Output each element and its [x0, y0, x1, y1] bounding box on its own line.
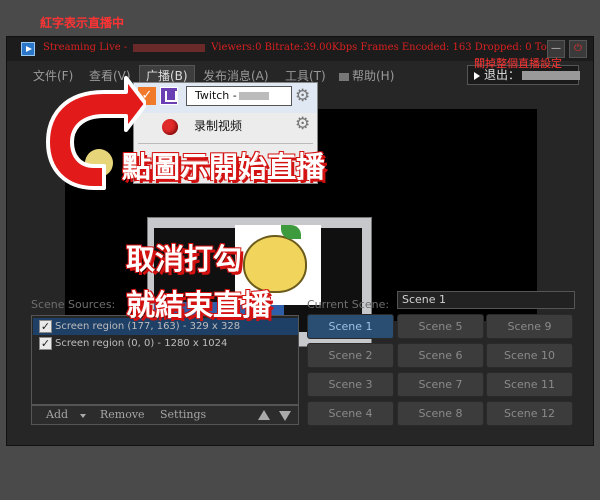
scene-12-button[interactable]: Scene 12 [486, 401, 573, 426]
scene-9-button[interactable]: Scene 9 [486, 314, 573, 339]
menu-help-label: 帮助(H) [352, 69, 395, 83]
current-scene-field[interactable]: Scene 1 [397, 291, 575, 309]
mascot-leaf [281, 225, 301, 239]
scene-3-button[interactable]: Scene 3 [307, 372, 394, 397]
scene-2-button[interactable]: Scene 2 [307, 343, 394, 368]
scene-8-button[interactable]: Scene 8 [397, 401, 484, 426]
power-icon[interactable]: ⏻ [569, 40, 587, 58]
scene-7-button[interactable]: Scene 7 [397, 372, 484, 397]
scene-4-button[interactable]: Scene 4 [307, 401, 394, 426]
play-icon [474, 71, 480, 80]
help-icon [339, 72, 349, 81]
scene-sources-label: Scene Sources: [31, 298, 116, 311]
source-checkbox[interactable]: ✓ [39, 337, 52, 350]
add-dropdown-caret-icon[interactable] [80, 414, 86, 418]
gear-icon[interactable]: ⚙ [295, 88, 311, 105]
record-video-item[interactable]: 录制视频 ⚙ [134, 111, 317, 141]
sources-toolbar: Add Remove Settings [31, 405, 299, 425]
move-up-icon[interactable] [258, 410, 270, 420]
live-indicator-note: 紅字表示直播中 [40, 16, 125, 30]
scene-10-button[interactable]: Scene 10 [486, 343, 573, 368]
uncheck-note-line1: 取消打勾 [126, 242, 243, 276]
redacted-channel-name [133, 43, 206, 52]
remove-source-button[interactable]: Remove [100, 408, 145, 421]
stream-stats: Viewers:0 Bitrate:39.00Kbps Frames Encod… [211, 42, 560, 53]
scene-sources-list: ✓ Screen region (177, 163) - 329 x 328 ✓… [31, 315, 299, 405]
record-icon [162, 119, 178, 135]
scene-6-button[interactable]: Scene 6 [397, 343, 484, 368]
twitch-icon [160, 87, 178, 105]
gear-icon[interactable]: ⚙ [295, 116, 311, 133]
scene-1-button[interactable]: Scene 1 [307, 314, 394, 339]
window-title: Streaming Live - Viewers:0 Bitrate:39.00K… [43, 42, 560, 53]
move-down-icon[interactable] [279, 411, 291, 421]
twitch-label-text: Twitch - [195, 89, 237, 102]
twitch-stream-label: Twitch - [186, 86, 292, 106]
menu-help[interactable]: 帮助(H) [339, 67, 394, 84]
current-scene-label: Current Scene: [307, 298, 390, 311]
app-logo-icon [21, 42, 35, 56]
start-broadcast-note: 點圖示開始直播 [122, 150, 326, 184]
add-source-button[interactable]: Add [46, 408, 68, 421]
uncheck-note-line2: 就結束直播 [126, 288, 272, 322]
source-label: Screen region (0, 0) - 1280 x 1024 [55, 338, 228, 349]
scene-11-button[interactable]: Scene 11 [486, 372, 573, 397]
source-checkbox[interactable]: ✓ [39, 320, 52, 333]
source-settings-button[interactable]: Settings [160, 408, 206, 421]
title-prefix: Streaming Live - [43, 42, 128, 53]
source-item[interactable]: ✓ Screen region (0, 0) - 1280 x 1024 [33, 335, 298, 352]
twitch-stream-item[interactable]: ✓ Twitch - ⚙ [134, 83, 317, 113]
redacted-twitch-name [238, 92, 269, 100]
close-broadcast-note: 關掉整個直播設定 [474, 57, 562, 70]
record-video-label: 录制视频 [194, 119, 243, 133]
redacted-exit-name [522, 71, 581, 80]
scene-5-button[interactable]: Scene 5 [397, 314, 484, 339]
